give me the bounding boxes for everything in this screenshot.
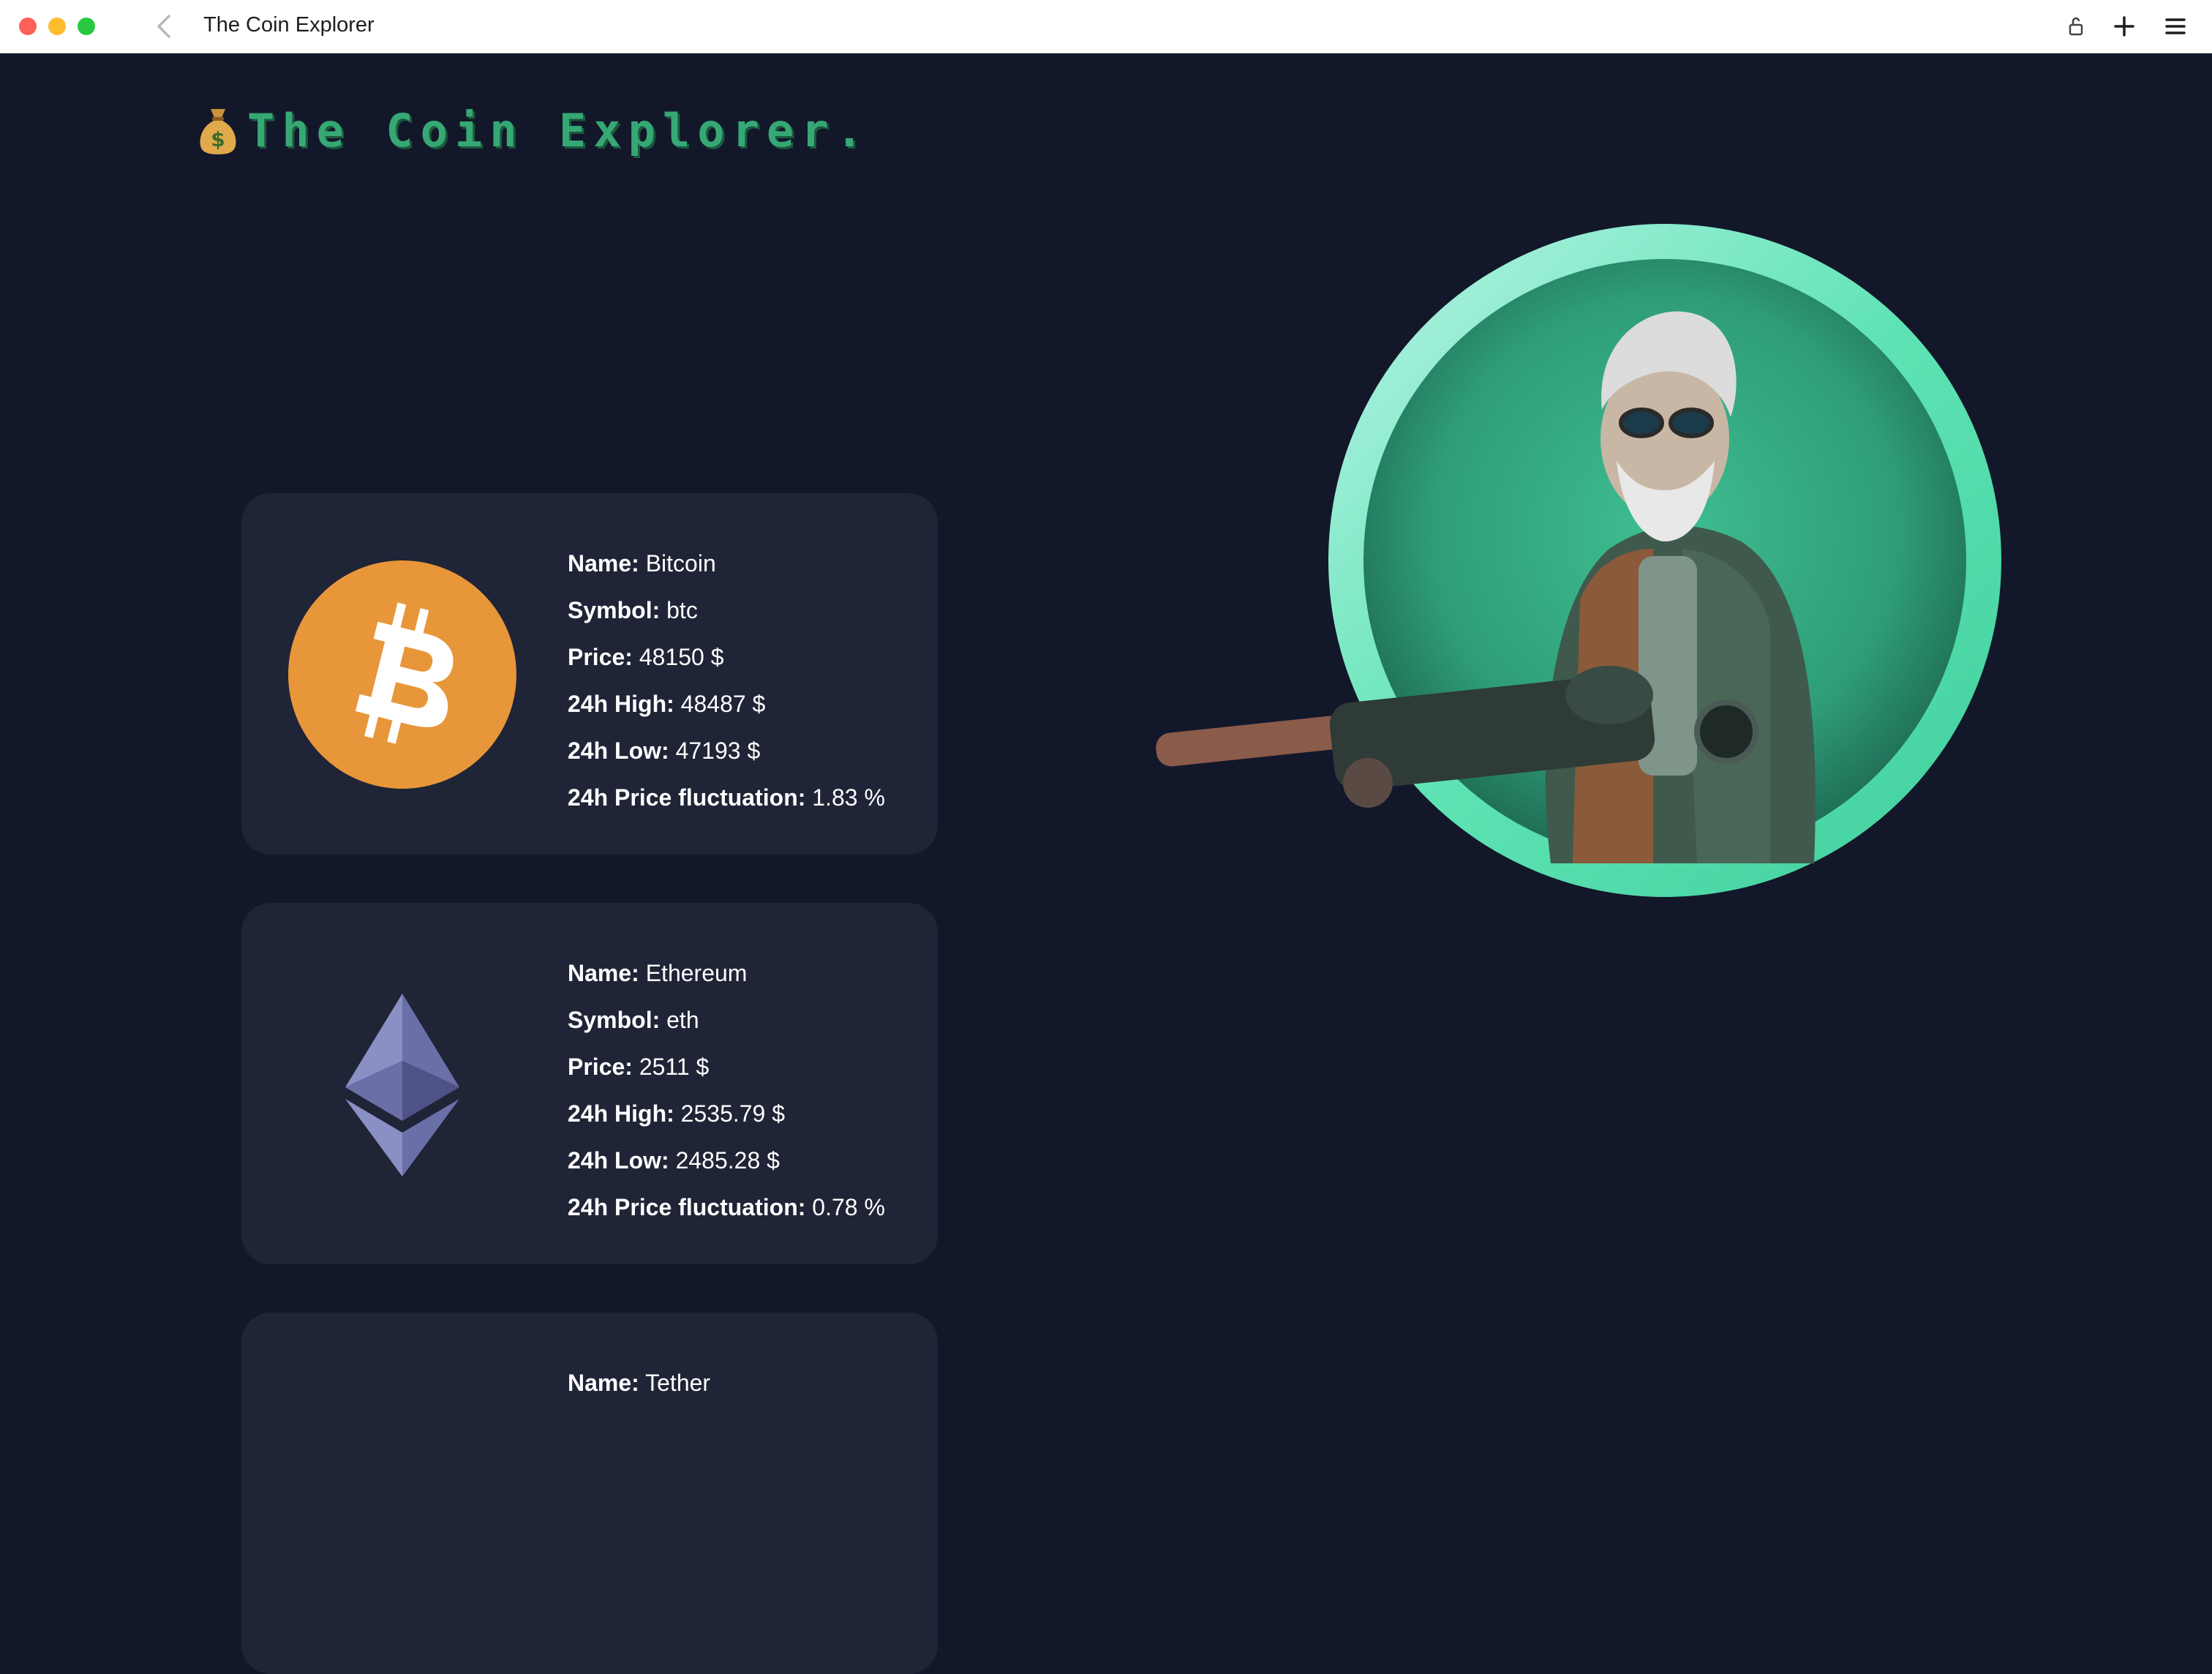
coin-fluctuation-row: 24h Price fluctuation: 1.83 % bbox=[568, 784, 885, 811]
money-bag-icon: $ bbox=[198, 106, 238, 156]
coin-name-row: Name: Ethereum bbox=[568, 960, 748, 986]
site-header: $ The Coin Explorer. bbox=[198, 104, 870, 157]
coin-low-row: 24h Low: 2485.28 $ bbox=[568, 1147, 780, 1174]
minimize-window-button[interactable] bbox=[48, 18, 66, 35]
lock-button[interactable] bbox=[2061, 12, 2091, 41]
coin-info-list: Name: Tether bbox=[568, 1359, 710, 1406]
new-tab-button[interactable] bbox=[2110, 12, 2139, 41]
coin-high-row: 24h High: 48487 $ bbox=[568, 691, 766, 717]
coin-info-list: Name: Ethereum Symbol: eth Price: 2511 $… bbox=[568, 950, 885, 1231]
coin-fluctuation-row: 24h Price fluctuation: 0.78 % bbox=[568, 1194, 885, 1220]
coin-info-list: Name: Bitcoin Symbol: btc Price: 48150 $… bbox=[568, 540, 885, 821]
coin-high: 2535.79 $ bbox=[680, 1100, 786, 1127]
page-title: The Coin Explorer. bbox=[247, 104, 870, 157]
window-titlebar: The Coin Explorer bbox=[0, 0, 2212, 53]
plus-icon bbox=[2114, 16, 2134, 37]
coin-fluctuation: 1.83 % bbox=[812, 784, 885, 811]
coin-high: 48487 $ bbox=[680, 691, 766, 717]
coin-name: Tether bbox=[645, 1370, 711, 1396]
coin-symbol: eth bbox=[666, 1007, 699, 1033]
bitcoin-icon bbox=[288, 560, 516, 789]
coin-name-row: Name: Bitcoin bbox=[568, 550, 716, 577]
coin-low: 47193 $ bbox=[675, 737, 761, 764]
back-button[interactable] bbox=[151, 13, 177, 40]
hamburger-menu-icon bbox=[2165, 18, 2186, 34]
close-window-button[interactable] bbox=[19, 18, 37, 35]
coin-card: Name: Ethereum Symbol: eth Price: 2511 $… bbox=[241, 903, 938, 1264]
coin-price: 2511 $ bbox=[639, 1054, 710, 1080]
coin-fluctuation: 0.78 % bbox=[812, 1194, 885, 1220]
coin-card: Name: Bitcoin Symbol: btc Price: 48150 $… bbox=[241, 493, 938, 855]
coin-name-row: Name: Tether bbox=[568, 1370, 711, 1396]
coin-price-row: Price: 48150 $ bbox=[568, 644, 724, 670]
chevron-left-icon bbox=[157, 15, 170, 38]
coin-low-row: 24h Low: 47193 $ bbox=[568, 737, 761, 764]
coin-name: Ethereum bbox=[645, 960, 748, 986]
ethereum-icon bbox=[288, 970, 516, 1198]
menu-button[interactable] bbox=[2161, 12, 2190, 41]
coin-high-row: 24h High: 2535.79 $ bbox=[568, 1100, 786, 1127]
coin-symbol: btc bbox=[666, 597, 698, 623]
lock-icon bbox=[2069, 17, 2083, 36]
window-title: The Coin Explorer bbox=[203, 13, 375, 37]
coin-low: 2485.28 $ bbox=[675, 1147, 780, 1174]
coin-price-row: Price: 2511 $ bbox=[568, 1054, 710, 1080]
coin-card: Name: Tether bbox=[241, 1313, 938, 1674]
coin-symbol-row: Symbol: btc bbox=[568, 597, 698, 623]
coin-price: 48150 $ bbox=[639, 644, 724, 670]
svg-text:$: $ bbox=[211, 127, 225, 151]
coin-symbol-row: Symbol: eth bbox=[568, 1007, 699, 1033]
hero-illustration bbox=[1141, 219, 2019, 907]
coin-name: Bitcoin bbox=[645, 550, 716, 577]
maximize-window-button[interactable] bbox=[78, 18, 95, 35]
